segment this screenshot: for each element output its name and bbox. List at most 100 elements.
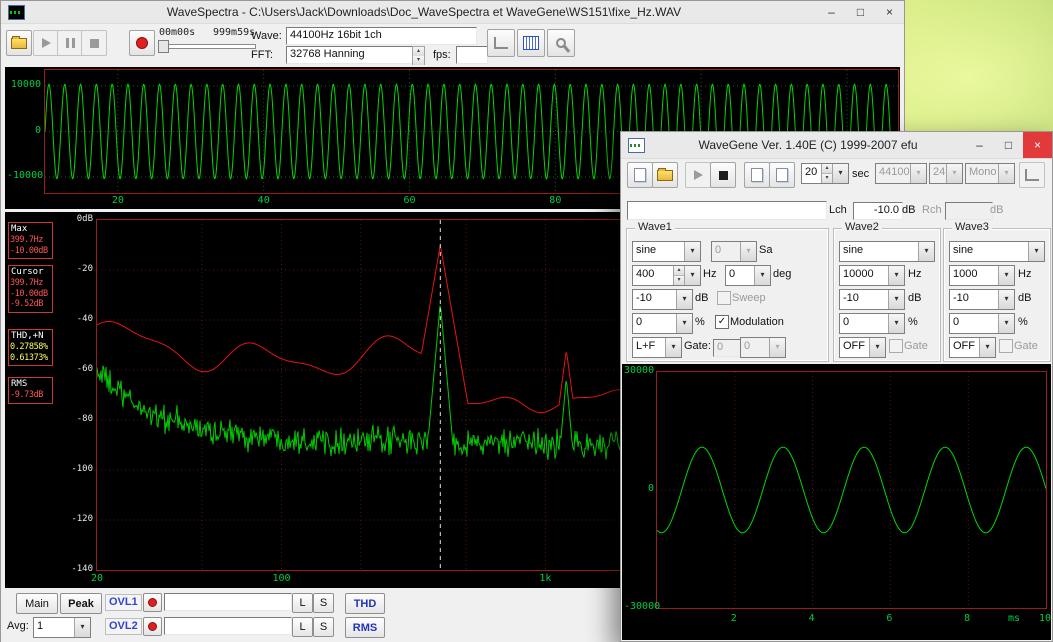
wave3-type-combo[interactable]: sine ▾ (949, 241, 1045, 262)
duration-spinner[interactable]: ▴▾ (821, 164, 832, 183)
wg-close-button[interactable]: × (1023, 132, 1052, 158)
duration-combo[interactable]: 20 ▴▾ ▾ (801, 163, 849, 184)
wave1-gate-mode-combo[interactable]: 0 ▾ (740, 337, 786, 358)
rms-readout: RMS -9.73dB (8, 377, 53, 404)
play-button[interactable] (33, 30, 59, 56)
wg-maximize-button[interactable]: □ (994, 132, 1023, 158)
wave1-output-combo[interactable]: L+F ▾ (632, 337, 682, 358)
scope-display-button[interactable] (487, 29, 515, 57)
wave1-level-combo[interactable]: -10 ▾ (632, 289, 693, 310)
chevron-down-icon[interactable]: ▾ (998, 266, 1014, 285)
wave1-freq-combo[interactable]: 400 ▴▾ ▾ (632, 265, 701, 286)
chevron-down-icon[interactable]: ▾ (684, 242, 700, 261)
chevron-down-icon[interactable]: ▾ (676, 314, 692, 333)
wave3-output-combo[interactable]: OFF ▾ (949, 337, 996, 358)
wg-minimize-button[interactable]: – (965, 132, 994, 158)
ovl2-file-field[interactable] (164, 617, 292, 635)
ovl1-file-field[interactable] (164, 593, 292, 611)
wg-paste-button[interactable] (769, 162, 795, 188)
chevron-down-icon[interactable]: ▾ (998, 290, 1014, 309)
wave2-freq-combo[interactable]: 10000 ▾ (839, 265, 905, 286)
wave1-freq-spinner[interactable]: ▴▾ (673, 266, 684, 285)
chevron-down-icon[interactable]: ▾ (74, 618, 90, 637)
wg-play-button[interactable] (685, 162, 711, 188)
samplerate-combo[interactable]: 44100 ▾ (875, 163, 927, 184)
ws-close-button[interactable]: × (875, 1, 904, 23)
wg-copy-button[interactable] (744, 162, 770, 188)
ws-titlebar[interactable]: WaveSpectra - C:\Users\Jack\Downloads\Do… (1, 1, 904, 24)
slider-thumb[interactable] (158, 40, 169, 53)
ovl1-record-button[interactable] (143, 593, 162, 612)
thd-button[interactable]: THD (345, 593, 385, 614)
wave2-type-combo[interactable]: sine ▾ (839, 241, 935, 262)
options-button[interactable] (547, 29, 575, 57)
wg-new-button[interactable] (627, 162, 653, 188)
wave2-level-combo[interactable]: -10 ▾ (839, 289, 905, 310)
fft-label: FFT: (251, 49, 273, 61)
wave1-harmonic-combo[interactable]: 0 ▾ (711, 241, 757, 262)
ovl1-save-button[interactable]: S (313, 593, 334, 613)
channel-combo[interactable]: Mono ▾ (965, 163, 1015, 184)
chevron-down-icon[interactable]: ▾ (888, 290, 904, 309)
record-button[interactable] (129, 30, 155, 56)
wave1-percent-combo[interactable]: 0 ▾ (632, 313, 693, 334)
peak-tab-button[interactable]: Peak (60, 593, 102, 614)
position-slider[interactable] (158, 40, 256, 52)
chevron-down-icon[interactable]: ▾ (918, 242, 934, 261)
ws-minimize-button[interactable]: – (817, 1, 846, 23)
open-file-button[interactable] (6, 30, 32, 56)
bitdepth-value: 24 (930, 164, 946, 183)
spin-down-icon[interactable]: ▾ (674, 275, 684, 285)
comment-field[interactable] (627, 201, 827, 220)
pause-button[interactable] (57, 30, 83, 56)
chevron-down-icon[interactable]: ▾ (676, 290, 692, 309)
wave1-sweep-checkbox[interactable] (717, 291, 731, 305)
chevron-down-icon[interactable]: ▾ (869, 338, 885, 357)
chevron-down-icon[interactable]: ▾ (754, 266, 770, 285)
spin-up-icon[interactable]: ▴ (822, 164, 832, 173)
ovl1-load-button[interactable]: L (292, 593, 313, 613)
spectrum-y-label: -140 (65, 564, 93, 574)
ovl2-load-button[interactable]: L (292, 617, 313, 637)
main-tab-button[interactable]: Main (16, 593, 58, 614)
chevron-down-icon[interactable]: ▾ (888, 314, 904, 333)
stop-button[interactable] (81, 30, 107, 56)
ws-maximize-button[interactable]: □ (846, 1, 875, 23)
chevron-down-icon[interactable]: ▾ (684, 266, 700, 285)
wave1-type-combo[interactable]: sine ▾ (632, 241, 701, 262)
spin-down-icon[interactable]: ▾ (413, 56, 424, 65)
avg-combo[interactable]: 1 ▾ (33, 617, 91, 638)
chevron-down-icon[interactable]: ▾ (665, 338, 681, 357)
wg-stop-button[interactable] (710, 162, 736, 188)
wave3-gate-checkbox[interactable] (999, 339, 1013, 353)
wg-save-button[interactable] (652, 162, 678, 188)
wave2-output-combo[interactable]: OFF ▾ (839, 337, 886, 358)
ovl2-record-button[interactable] (143, 617, 162, 636)
wg-scope-x-unit-label: ms (1008, 613, 1020, 624)
spin-down-icon[interactable]: ▾ (822, 173, 832, 183)
wave1-caption: Wave1 (635, 221, 675, 233)
bitdepth-combo[interactable]: 24 ▾ (929, 163, 963, 184)
chevron-down-icon[interactable]: ▾ (979, 338, 995, 357)
spin-up-icon[interactable]: ▴ (413, 47, 424, 56)
wave2-gate-checkbox[interactable] (889, 339, 903, 353)
lch-level-field[interactable]: -10.0 (853, 202, 903, 220)
fft-size-spinner[interactable]: ▴▾ (412, 46, 425, 65)
chevron-down-icon[interactable]: ▾ (1028, 242, 1044, 261)
rms-button[interactable]: RMS (345, 617, 385, 638)
wave1-phase-combo[interactable]: 0 ▾ (725, 265, 771, 286)
wave3-freq-combo[interactable]: 1000 ▾ (949, 265, 1015, 286)
chevron-down-icon[interactable]: ▾ (832, 164, 848, 183)
wave1-modulation-checkbox[interactable]: ✓ (715, 315, 729, 329)
wg-titlebar[interactable]: WaveGene Ver. 1.40E (C) 1999-2007 efu – … (621, 132, 1052, 159)
spin-up-icon[interactable]: ▴ (674, 266, 684, 275)
ovl2-save-button[interactable]: S (313, 617, 334, 637)
chevron-down-icon[interactable]: ▾ (888, 266, 904, 285)
wg-repeat-button[interactable] (1019, 162, 1045, 188)
fft-settings-field[interactable]: 32768 Hanning (286, 46, 418, 64)
spectrum-settings-button[interactable] (517, 29, 545, 57)
chevron-down-icon[interactable]: ▾ (998, 314, 1014, 333)
wave3-percent-combo[interactable]: 0 ▾ (949, 313, 1015, 334)
wave3-level-combo[interactable]: -10 ▾ (949, 289, 1015, 310)
wave2-percent-combo[interactable]: 0 ▾ (839, 313, 905, 334)
